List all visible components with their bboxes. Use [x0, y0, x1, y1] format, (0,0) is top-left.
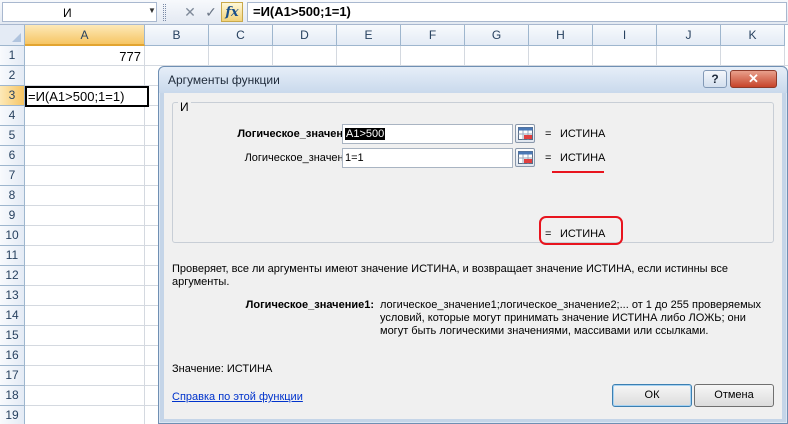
formula-result: Значение: ИСТИНА — [172, 363, 273, 375]
row-header-13[interactable]: 13 — [0, 286, 25, 306]
cell-a1[interactable]: 777 — [26, 47, 144, 66]
arg1-value: A1>500 — [345, 128, 386, 140]
arg2-input[interactable]: 1=1 — [342, 148, 513, 168]
dropdown-arrow-icon[interactable]: ▼ — [148, 6, 156, 15]
cancel-formula-button[interactable]: ✕ — [180, 2, 200, 22]
select-all-button[interactable] — [0, 25, 25, 46]
help-link[interactable]: Справка по этой функции — [172, 391, 303, 403]
row-header-12[interactable]: 12 — [0, 266, 25, 286]
range-select-icon — [518, 151, 533, 164]
row-header-18[interactable]: 18 — [0, 386, 25, 406]
row-header-19[interactable]: 19 — [0, 406, 25, 424]
argument-detail-description: логическое_значение1;логическое_значение… — [380, 299, 762, 337]
arg1-equals: = — [545, 128, 552, 140]
column-header-h[interactable]: H — [529, 25, 593, 46]
ok-button[interactable]: ОК — [612, 384, 692, 407]
splitter-handle[interactable] — [163, 4, 166, 21]
help-button[interactable]: ? — [703, 70, 727, 88]
arg1-input[interactable]: A1>500 — [342, 124, 513, 144]
dialog-titlebar[interactable]: Аргументы функции ? ✕ — [159, 67, 787, 93]
column-header-g[interactable]: G — [465, 25, 529, 46]
row-header-6[interactable]: 6 — [0, 146, 25, 166]
red-underline-annotation — [552, 171, 604, 173]
enter-formula-button[interactable]: ✓ — [201, 2, 221, 22]
argument-detail-name: Логическое_значение1: — [245, 299, 374, 311]
row-header-3[interactable]: 3 — [0, 86, 25, 106]
row-header-16[interactable]: 16 — [0, 346, 25, 366]
function-name: И — [178, 100, 191, 114]
cell-a3-active[interactable]: =И(A1>500;1=1) — [25, 86, 149, 107]
row-header-17[interactable]: 17 — [0, 366, 25, 386]
row-header-14[interactable]: 14 — [0, 306, 25, 326]
row-header-9[interactable]: 9 — [0, 206, 25, 226]
row-header-11[interactable]: 11 — [0, 246, 25, 266]
dialog-title: Аргументы функции — [168, 73, 280, 87]
arg2-result: ИСТИНА — [560, 152, 606, 164]
column-header-e[interactable]: E — [337, 25, 401, 46]
arg1-result: ИСТИНА — [560, 128, 606, 140]
column-header-f[interactable]: F — [401, 25, 465, 46]
arg1-range-select-button[interactable] — [515, 124, 535, 143]
row-header-5[interactable]: 5 — [0, 126, 25, 146]
select-all-icon — [12, 33, 21, 42]
row-header-2[interactable]: 2 — [0, 66, 25, 86]
arg2-range-select-button[interactable] — [515, 148, 535, 167]
formula-bar: И ▼ ✕ ✓ fx =И(A1>500;1=1) — [0, 0, 788, 25]
dialog-body: И Логическое_значение1 A1>500 = ИСТИНА Л… — [164, 93, 782, 419]
column-header-k[interactable]: K — [721, 25, 785, 46]
column-header-a[interactable]: A — [25, 25, 145, 46]
row-header-8[interactable]: 8 — [0, 186, 25, 206]
formula-input[interactable]: =И(A1>500;1=1) — [247, 2, 787, 22]
column-header-c[interactable]: C — [209, 25, 273, 46]
close-button[interactable]: ✕ — [730, 70, 777, 88]
function-arguments-dialog: Аргументы функции ? ✕ И Логическое_значе… — [158, 66, 788, 424]
range-select-icon — [518, 127, 533, 140]
name-box[interactable]: И ▼ — [2, 2, 157, 22]
red-circle-annotation — [539, 216, 623, 245]
row-header-15[interactable]: 15 — [0, 326, 25, 346]
row-header-7[interactable]: 7 — [0, 166, 25, 186]
cancel-button[interactable]: Отмена — [694, 384, 774, 407]
column-header-d[interactable]: D — [273, 25, 337, 46]
arg2-equals: = — [545, 152, 552, 164]
row-header-10[interactable]: 10 — [0, 226, 25, 246]
column-header-i[interactable]: I — [593, 25, 657, 46]
column-header-b[interactable]: B — [145, 25, 209, 46]
function-description: Проверяет, все ли аргументы имеют значен… — [172, 263, 728, 288]
arguments-group: И Логическое_значение1 A1>500 = ИСТИНА Л… — [172, 100, 774, 245]
row-header-4[interactable]: 4 — [0, 106, 25, 126]
name-box-value: И — [63, 6, 72, 20]
column-header-j[interactable]: J — [657, 25, 721, 46]
row-header-1[interactable]: 1 — [0, 46, 25, 66]
insert-function-button[interactable]: fx — [221, 2, 243, 22]
